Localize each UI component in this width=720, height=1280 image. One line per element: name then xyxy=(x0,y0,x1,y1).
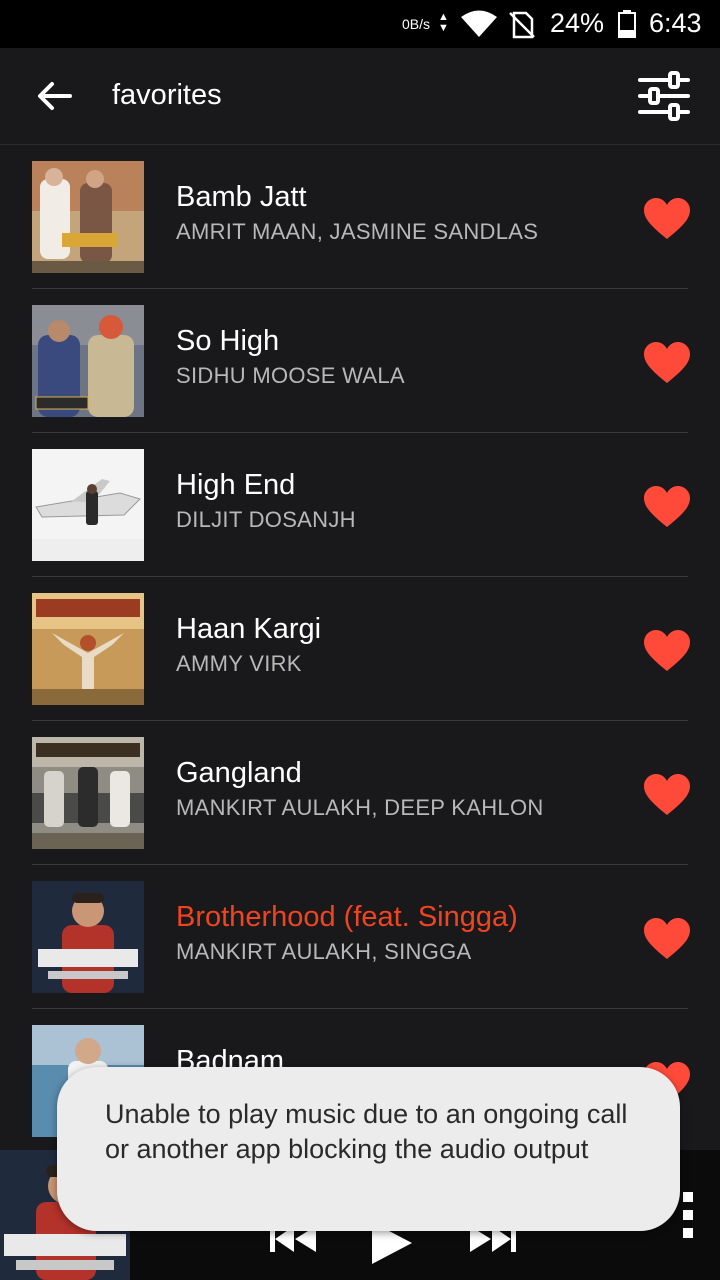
equalizer-icon[interactable] xyxy=(636,70,692,122)
song-title: Gangland xyxy=(176,757,302,789)
app-header: favorites xyxy=(0,48,720,145)
net-speed: 0B/s xyxy=(402,16,431,32)
heart-icon[interactable] xyxy=(642,629,692,673)
list-item[interactable]: Bamb Jatt AMRIT MAAN, JASMINE SANDLAS xyxy=(0,145,720,289)
heart-icon[interactable] xyxy=(642,341,692,385)
album-art xyxy=(32,593,144,705)
page-title: favorites xyxy=(112,79,222,111)
list-item[interactable]: Gangland MANKIRT AULAKH, DEEP KAHLON xyxy=(0,721,720,865)
heart-icon[interactable] xyxy=(642,197,692,241)
song-artist: MANKIRT AULAKH, SINGGA xyxy=(176,939,472,964)
heart-icon[interactable] xyxy=(642,917,692,961)
song-artist: MANKIRT AULAKH, DEEP KAHLON xyxy=(176,795,544,820)
list-item[interactable]: So High SIDHU MOOSE WALA xyxy=(0,289,720,433)
more-vert-icon[interactable] xyxy=(680,1190,696,1240)
album-art xyxy=(32,737,144,849)
status-bar: 0B/s ▲ ▼ 24% 6:43 xyxy=(0,0,720,48)
song-title: Bamb Jatt xyxy=(176,181,307,213)
clock: 6:43 xyxy=(649,8,702,38)
song-title: Haan Kargi xyxy=(176,613,322,645)
heart-icon[interactable] xyxy=(642,485,692,529)
arrow-back-icon[interactable] xyxy=(30,74,80,118)
toast-text: Unable to play music due to an ongoing c… xyxy=(105,1099,628,1164)
song-title: Brotherhood (feat. Singga) xyxy=(176,901,518,933)
data-activity-icon: ▲ ▼ xyxy=(438,11,449,34)
album-art xyxy=(32,161,144,273)
heart-icon[interactable] xyxy=(642,773,692,817)
song-title: So High xyxy=(176,325,280,357)
album-art xyxy=(32,881,144,993)
song-artist: SIDHU MOOSE WALA xyxy=(176,363,405,388)
favorites-list: Bamb Jatt AMRIT MAAN, JASMINE SANDLAS So… xyxy=(0,145,720,1153)
list-item[interactable]: High End DILJIT DOSANJH xyxy=(0,433,720,577)
wifi-icon xyxy=(461,10,497,37)
album-art xyxy=(32,305,144,417)
song-artist: DILJIT DOSANJH xyxy=(176,507,356,532)
list-item[interactable]: Brotherhood (feat. Singga) MANKIRT AULAK… xyxy=(0,865,720,1009)
no-sim-icon xyxy=(509,11,535,39)
toast-message: Unable to play music due to an ongoing c… xyxy=(57,1067,680,1231)
song-title: High End xyxy=(176,469,296,501)
song-artist: AMRIT MAAN, JASMINE SANDLAS xyxy=(176,219,539,244)
battery-icon xyxy=(618,10,636,38)
battery-percent: 24% xyxy=(550,8,605,38)
album-art xyxy=(32,449,144,561)
list-item[interactable]: Haan Kargi AMMY VIRK xyxy=(0,577,720,721)
song-artist: AMMY VIRK xyxy=(176,651,302,676)
